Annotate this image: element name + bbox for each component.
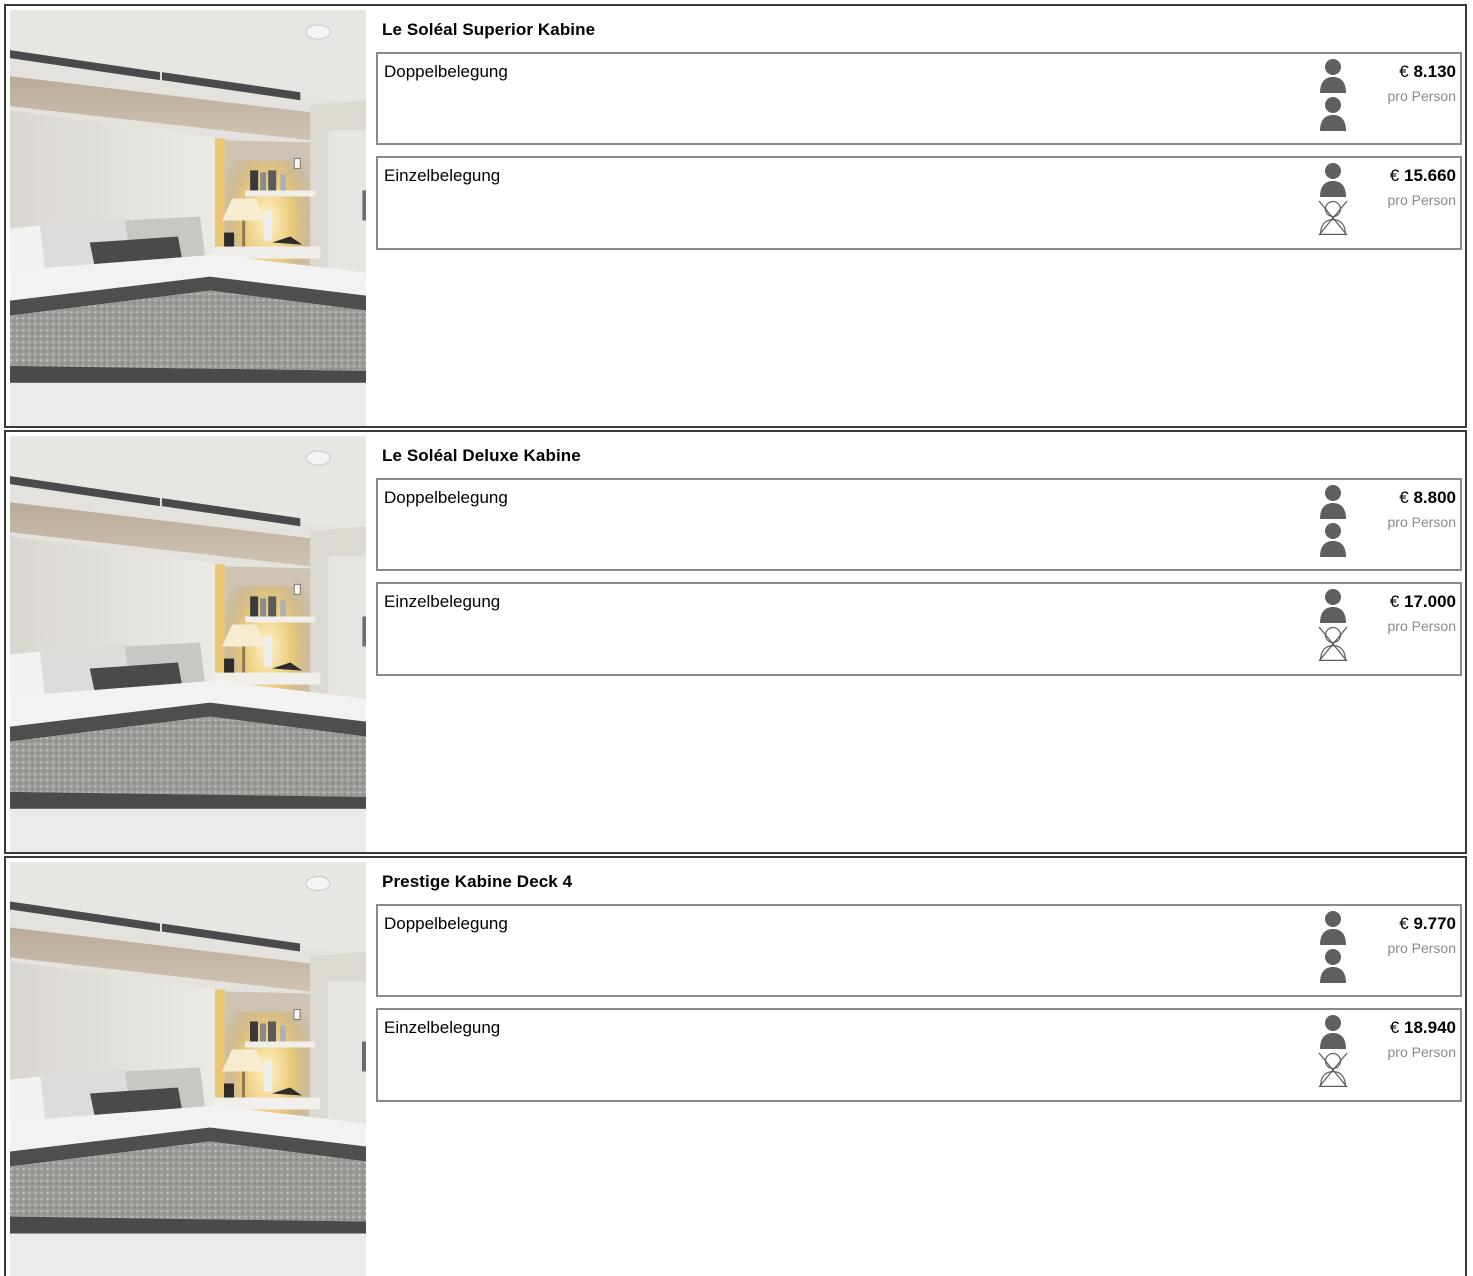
- person-icon: [1318, 96, 1348, 132]
- price-unit: pro Person: [1387, 88, 1456, 104]
- price-amount: 8.800: [1413, 488, 1456, 507]
- price: € 8.130: [1366, 62, 1456, 82]
- occupancy-icons: [1318, 588, 1352, 664]
- cabin-photo-image: [10, 862, 366, 1276]
- cabin-title: Prestige Kabine Deck 4: [382, 872, 573, 891]
- occupancy-option-single[interactable]: Einzelbelegung € 18.940 pro Person: [376, 1008, 1462, 1102]
- cabin-photo-image: [10, 436, 366, 852]
- price-amount: 9.770: [1413, 914, 1456, 933]
- cabin-title: Le Soléal Superior Kabine: [382, 20, 596, 39]
- cabin-title: Le Soléal Deluxe Kabine: [382, 446, 581, 465]
- no-person-icon: [1318, 200, 1348, 236]
- person-icon: [1318, 58, 1348, 94]
- price-currency: €: [1399, 914, 1409, 933]
- person-icon: [1318, 1014, 1348, 1050]
- price: € 15.660: [1366, 166, 1456, 186]
- occupancy-label: Doppelbelegung: [384, 62, 508, 81]
- occupancy-option-single[interactable]: Einzelbelegung € 15.660 pro Person: [376, 156, 1462, 250]
- person-icon: [1318, 162, 1348, 198]
- price-amount: 17.000: [1404, 592, 1456, 611]
- cabin-card: Le Soléal Deluxe Kabine Doppelbelegung €…: [4, 430, 1467, 854]
- price-block: € 17.000 pro Person: [1366, 592, 1456, 634]
- occupancy-label: Einzelbelegung: [384, 1018, 501, 1037]
- price: € 18.940: [1366, 1018, 1456, 1038]
- price-block: € 9.770 pro Person: [1366, 914, 1456, 956]
- cabin-photo: [10, 10, 366, 426]
- price-unit: pro Person: [1387, 514, 1456, 530]
- occupancy-label: Doppelbelegung: [384, 488, 508, 507]
- person-icon: [1318, 948, 1348, 984]
- occupancy-icons: [1318, 1014, 1352, 1090]
- price-block: € 15.660 pro Person: [1366, 166, 1456, 208]
- price-amount: 8.130: [1413, 62, 1456, 81]
- price: € 17.000: [1366, 592, 1456, 612]
- occupancy-option-single[interactable]: Einzelbelegung € 17.000 pro Person: [376, 582, 1462, 676]
- occupancy-option-double[interactable]: Doppelbelegung € 8.800 pro Person: [376, 478, 1462, 571]
- occupancy-label: Einzelbelegung: [384, 166, 501, 185]
- occupancy-option-double[interactable]: Doppelbelegung € 9.770 pro Person: [376, 904, 1462, 997]
- occupancy-icons: [1318, 162, 1352, 238]
- price-currency: €: [1399, 62, 1409, 81]
- no-person-icon: [1318, 1052, 1348, 1088]
- price-currency: €: [1389, 592, 1400, 611]
- price: € 9.770: [1366, 914, 1456, 934]
- cabin-card: Prestige Kabine Deck 4 Doppelbelegung € …: [4, 856, 1467, 1276]
- cabin-photo: [10, 862, 366, 1276]
- person-icon: [1318, 484, 1348, 520]
- person-icon: [1318, 522, 1348, 558]
- occupancy-icons: [1318, 910, 1352, 986]
- occupancy-option-double[interactable]: Doppelbelegung € 8.130 pro Person: [376, 52, 1462, 145]
- price-unit: pro Person: [1387, 940, 1456, 956]
- person-icon: [1318, 588, 1348, 624]
- occupancy-label: Doppelbelegung: [384, 914, 508, 933]
- cabin-photo-image: [10, 10, 366, 426]
- occupancy-icons: [1318, 58, 1352, 134]
- no-person-icon: [1318, 626, 1348, 662]
- price-unit: pro Person: [1387, 192, 1456, 208]
- price-unit: pro Person: [1387, 618, 1456, 634]
- cabin-photo: [10, 436, 366, 852]
- occupancy-label: Einzelbelegung: [384, 592, 501, 611]
- cabin-card: Le Soléal Superior Kabine Doppelbelegung…: [4, 4, 1467, 428]
- price-amount: 18.940: [1404, 1018, 1456, 1037]
- occupancy-icons: [1318, 484, 1352, 560]
- price-unit: pro Person: [1387, 1044, 1456, 1060]
- price: € 8.800: [1366, 488, 1456, 508]
- price-amount: 15.660: [1404, 166, 1456, 185]
- price-currency: €: [1399, 488, 1409, 507]
- price-block: € 8.130 pro Person: [1366, 62, 1456, 104]
- price-currency: €: [1389, 1018, 1400, 1037]
- price-currency: €: [1389, 166, 1400, 185]
- price-block: € 18.940 pro Person: [1366, 1018, 1456, 1060]
- price-block: € 8.800 pro Person: [1366, 488, 1456, 530]
- person-icon: [1318, 910, 1348, 946]
